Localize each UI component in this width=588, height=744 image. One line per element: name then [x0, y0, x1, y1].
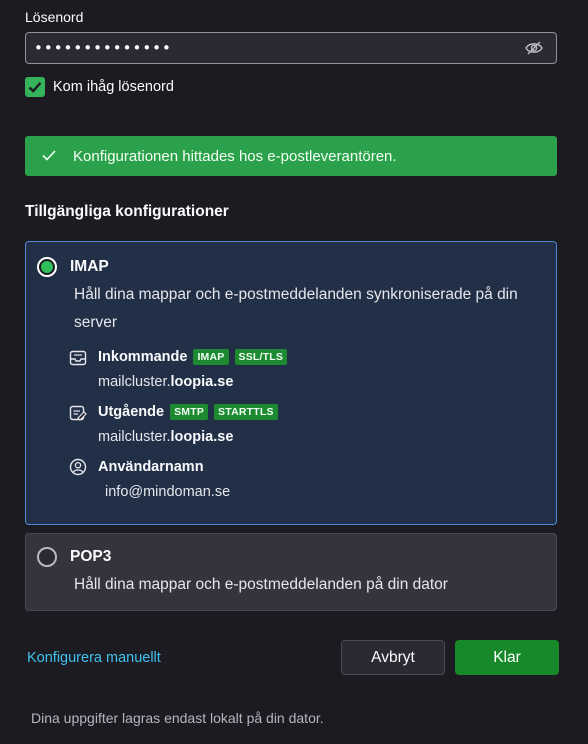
- incoming-label: Inkommande: [98, 349, 188, 365]
- password-field[interactable]: ••••••••••••••: [25, 32, 557, 64]
- remember-label: Kom ihåg lösenord: [53, 79, 174, 95]
- imap-title: IMAP: [70, 258, 109, 275]
- username-value: info@mindoman.se: [105, 484, 231, 500]
- username-label: Användarnamn: [98, 459, 204, 475]
- incoming-host-domain: loopia.se: [170, 374, 234, 390]
- configure-manually-link[interactable]: Konfigurera manuellt: [27, 650, 161, 666]
- cancel-button[interactable]: Avbryt: [341, 640, 445, 675]
- pop3-description: Håll dina mappar och e-postmeddelanden p…: [74, 576, 448, 593]
- incoming-host-prefix: mailcluster.: [98, 374, 171, 390]
- outgoing-host-domain: loopia.se: [170, 429, 234, 445]
- pop3-radio[interactable]: [37, 547, 57, 567]
- done-button[interactable]: Klar: [455, 640, 559, 675]
- password-label: Lösenord: [25, 9, 84, 25]
- banner-text: Konfigurationen hittades hos e-postlever…: [73, 147, 397, 165]
- checkmark-icon: [42, 148, 56, 165]
- remember-password[interactable]: Kom ihåg lösenord: [25, 77, 174, 97]
- eye-slash-icon[interactable]: [524, 38, 544, 58]
- user-icon: [68, 457, 88, 477]
- remember-checkbox[interactable]: [25, 77, 45, 97]
- password-value[interactable]: ••••••••••••••: [34, 39, 524, 57]
- outgoing-host: mailcluster.loopia.se: [98, 429, 233, 445]
- incoming-host: mailcluster.loopia.se: [98, 374, 233, 390]
- outgoing-security-badge: STARTTLS: [214, 404, 278, 420]
- incoming-row: Inkommande IMAP SSL/TLS: [98, 349, 288, 365]
- outbox-icon: [68, 403, 88, 423]
- outgoing-host-prefix: mailcluster.: [98, 429, 171, 445]
- imap-description: Håll dina mappar och e-postmeddelanden s…: [74, 286, 518, 331]
- checkmark-icon: [28, 82, 42, 93]
- outgoing-protocol-badge: SMTP: [170, 404, 209, 420]
- inbox-icon: [68, 348, 88, 368]
- section-title: Tillgängliga konfigurationer: [25, 203, 229, 220]
- incoming-protocol-badge: IMAP: [193, 349, 229, 365]
- imap-radio[interactable]: [37, 257, 57, 277]
- outgoing-label: Utgående: [98, 404, 165, 420]
- success-banner: Konfigurationen hittades hos e-postlever…: [25, 136, 557, 176]
- pop3-title: POP3: [70, 548, 112, 565]
- privacy-note: Dina uppgifter lagras endast lokalt på d…: [31, 710, 324, 726]
- incoming-security-badge: SSL/TLS: [234, 349, 288, 365]
- outgoing-row: Utgående SMTP STARTTLS: [98, 404, 278, 420]
